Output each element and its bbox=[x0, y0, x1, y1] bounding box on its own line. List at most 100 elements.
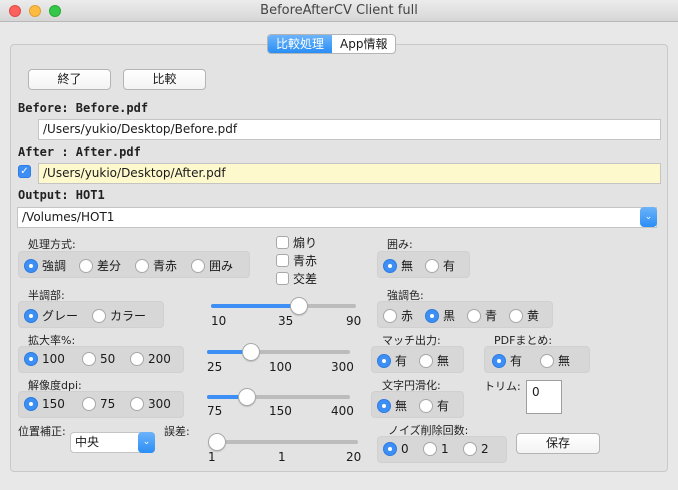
compare-button[interactable]: 比較 bbox=[123, 69, 206, 90]
radio-selected-icon bbox=[383, 258, 397, 273]
slider1-mid: 35 bbox=[278, 314, 294, 328]
dpi-option-150[interactable]: 150 bbox=[24, 397, 65, 411]
window-title: BeforeAfterCV Client full bbox=[260, 3, 418, 18]
save-button[interactable]: 保存 bbox=[516, 433, 600, 454]
radio-selected-icon bbox=[383, 442, 397, 456]
title-bar: BeforeAfterCV Client full bbox=[0, 0, 678, 22]
slider-knob[interactable] bbox=[289, 297, 308, 315]
slider3-mid: 150 bbox=[269, 404, 292, 418]
radio-icon bbox=[419, 353, 433, 368]
radio-icon bbox=[423, 442, 437, 456]
match-output-radio-group: 有 無 bbox=[371, 346, 464, 373]
radio-selected-icon bbox=[377, 398, 391, 413]
enclose-label: 囲み: bbox=[387, 238, 413, 251]
smoothing-option-none[interactable]: 無 bbox=[377, 397, 407, 414]
threshold-slider[interactable] bbox=[211, 297, 356, 315]
slider2-mid: 100 bbox=[269, 360, 292, 374]
dpi-option-300[interactable]: 300 bbox=[130, 397, 171, 411]
noise-radio-group: 0 1 2 bbox=[377, 436, 507, 463]
radio-selected-icon bbox=[377, 353, 391, 368]
radio-icon bbox=[540, 353, 554, 368]
dpi-slider[interactable] bbox=[207, 388, 350, 406]
noise-option-2[interactable]: 2 bbox=[463, 442, 489, 456]
trim-input[interactable]: 0 bbox=[526, 380, 562, 414]
processing-option-emphasis[interactable]: 強調 bbox=[24, 257, 66, 274]
zoom-option-100[interactable]: 100 bbox=[24, 352, 65, 366]
radio-selected-icon bbox=[24, 308, 38, 323]
position-label: 位置補正: bbox=[18, 425, 66, 438]
check-aori[interactable]: 煽り bbox=[276, 234, 317, 251]
radio-icon bbox=[509, 308, 523, 323]
slider3-max: 400 bbox=[331, 404, 354, 418]
radio-icon bbox=[135, 258, 149, 273]
processing-radio-group: 強調 差分 青赤 囲み bbox=[18, 251, 250, 278]
pdf-merge-radio-group: 有 無 bbox=[484, 346, 590, 373]
pdf-merge-option-yes[interactable]: 有 bbox=[492, 352, 522, 369]
processing-option-diff[interactable]: 差分 bbox=[79, 257, 121, 274]
processing-option-enclose[interactable]: 囲み bbox=[191, 257, 233, 274]
zoom-radio-group: 100 50 200 bbox=[18, 346, 184, 373]
radio-icon bbox=[383, 308, 397, 323]
slider1-min: 10 bbox=[211, 314, 227, 328]
dpi-option-75[interactable]: 75 bbox=[82, 397, 115, 411]
radio-icon bbox=[419, 398, 433, 413]
enclose-option-none[interactable]: 無 bbox=[383, 257, 413, 274]
slider1-max: 90 bbox=[346, 314, 362, 328]
position-dropdown-chevron-icon[interactable]: ⌄ bbox=[138, 432, 155, 453]
match-option-yes[interactable]: 有 bbox=[377, 352, 407, 369]
radio-icon bbox=[130, 352, 144, 366]
slider-knob[interactable] bbox=[208, 433, 226, 451]
enclose-option-yes[interactable]: 有 bbox=[425, 257, 455, 274]
color-option-black[interactable]: 黒 bbox=[425, 307, 455, 324]
color-option-blue[interactable]: 青 bbox=[467, 307, 497, 324]
output-label: Output: HOT1 bbox=[18, 188, 105, 202]
trim-label: トリム: bbox=[484, 380, 521, 393]
zoom-option-50[interactable]: 50 bbox=[82, 352, 115, 366]
output-path-select[interactable]: /Volumes/HOT1 bbox=[17, 207, 657, 228]
after-enable-checkbox[interactable]: ✓ bbox=[18, 165, 31, 178]
radio-icon bbox=[92, 308, 106, 323]
after-path-field[interactable]: /Users/yukio/Desktop/After.pdf bbox=[38, 163, 661, 184]
pdf-merge-option-no[interactable]: 無 bbox=[540, 352, 570, 369]
error-slider[interactable] bbox=[208, 433, 358, 451]
output-dropdown-chevron-icon[interactable]: ⌄ bbox=[640, 207, 657, 227]
radio-icon bbox=[463, 442, 477, 456]
radio-selected-icon bbox=[425, 308, 439, 323]
radio-selected-icon bbox=[24, 352, 38, 366]
slider4-mid: 1 bbox=[278, 450, 286, 464]
checkbox-icon bbox=[276, 254, 289, 267]
match-option-no[interactable]: 無 bbox=[419, 352, 449, 369]
processing-label: 処理方式: bbox=[28, 238, 76, 251]
slider2-min: 25 bbox=[207, 360, 223, 374]
radio-icon bbox=[79, 258, 93, 273]
processing-option-bluered[interactable]: 青赤 bbox=[135, 257, 177, 274]
color-option-red[interactable]: 赤 bbox=[383, 307, 413, 324]
zoom-slider[interactable] bbox=[207, 343, 350, 361]
zoom-option-200[interactable]: 200 bbox=[130, 352, 171, 366]
checkbox-icon bbox=[276, 236, 289, 249]
smoothing-option-yes[interactable]: 有 bbox=[419, 397, 449, 414]
slider3-min: 75 bbox=[207, 404, 223, 418]
quit-button[interactable]: 終了 bbox=[28, 69, 111, 90]
radio-selected-icon bbox=[24, 258, 38, 273]
error-label: 誤差: bbox=[164, 425, 190, 438]
radio-icon bbox=[191, 258, 205, 273]
before-path-field[interactable]: /Users/yukio/Desktop/Before.pdf bbox=[38, 119, 661, 140]
halftone-option-gray[interactable]: グレー bbox=[24, 307, 78, 324]
tab-app-info[interactable]: App情報 bbox=[332, 35, 395, 53]
noise-option-1[interactable]: 1 bbox=[423, 442, 449, 456]
tab-compare[interactable]: 比較処理 bbox=[268, 35, 333, 53]
check-bluered[interactable]: 青赤 bbox=[276, 252, 317, 269]
tab-bar: 比較処理 App情報 bbox=[267, 34, 397, 54]
noise-option-0[interactable]: 0 bbox=[383, 442, 409, 456]
slider-knob[interactable] bbox=[242, 343, 260, 361]
radio-selected-icon bbox=[492, 353, 506, 368]
slider4-max: 20 bbox=[346, 450, 362, 464]
slider4-min: 1 bbox=[208, 450, 216, 464]
color-option-yellow[interactable]: 黄 bbox=[509, 307, 539, 324]
halftone-option-color[interactable]: カラー bbox=[92, 307, 146, 324]
before-label: Before: Before.pdf bbox=[18, 101, 149, 115]
radio-icon bbox=[130, 397, 144, 411]
resolution-radio-group: 150 75 300 bbox=[18, 391, 184, 418]
check-cross[interactable]: 交差 bbox=[276, 270, 317, 287]
